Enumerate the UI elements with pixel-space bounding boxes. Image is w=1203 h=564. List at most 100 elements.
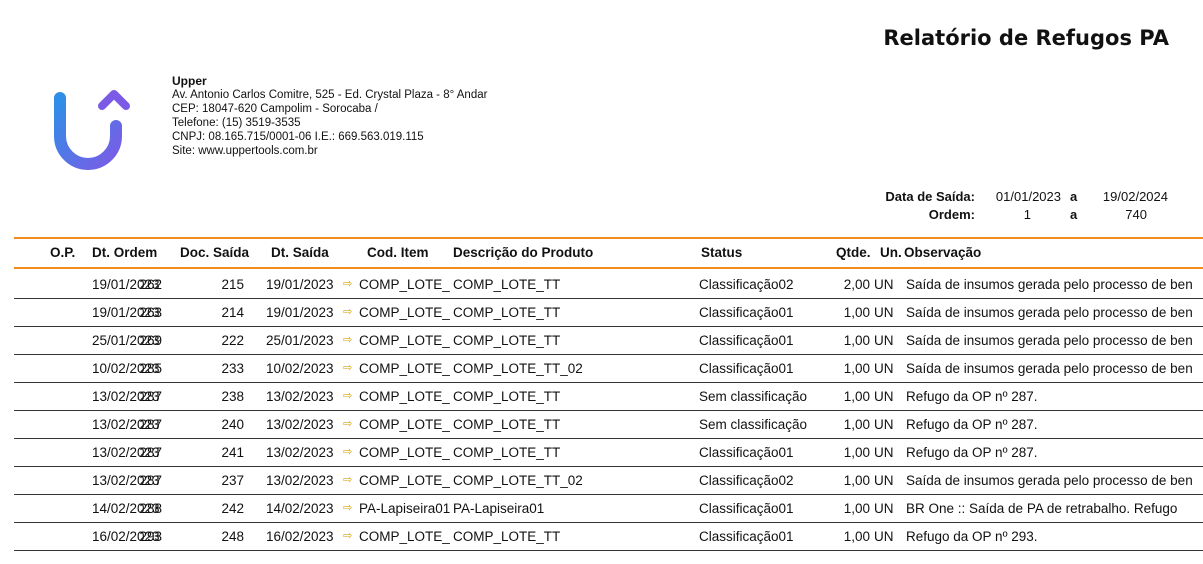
cell-cod-item: COMP_LOTE_TT bbox=[359, 277, 450, 292]
cell-status: Classificação02 bbox=[699, 277, 794, 292]
table-row: 28510/02/202323310/02/2023COMP_LOTE_TTCO… bbox=[0, 355, 1203, 383]
cell-status: Classificação01 bbox=[699, 333, 794, 348]
cell-doc-saida: 242 bbox=[221, 501, 244, 516]
cell-cod-item: COMP_LOTE_TT bbox=[359, 333, 450, 348]
cell-qtde: 1,00 bbox=[843, 389, 870, 404]
company-phone: Telefone: (15) 3519-3535 bbox=[172, 117, 301, 129]
cell-dt-saida: 13/02/2023 bbox=[266, 473, 334, 488]
cell-status: Classificação01 bbox=[699, 529, 794, 544]
cell-un: UN bbox=[874, 445, 894, 460]
company-name: Upper bbox=[172, 74, 207, 88]
cell-dt-ordem: 25/01/2023 bbox=[92, 333, 160, 348]
report-filters: Data de Saída: 01/01/2023 a 19/02/2024 O… bbox=[0, 189, 1203, 225]
table-row: 28713/02/202324113/02/2023COMP_LOTE_TTCO… bbox=[0, 439, 1203, 467]
cell-dt-saida: 16/02/2023 bbox=[266, 529, 334, 544]
col-doc-saida: Doc. Saída bbox=[180, 245, 250, 260]
cell-dt-saida: 19/01/2023 bbox=[266, 305, 334, 320]
cell-dt-ordem: 19/01/2023 bbox=[92, 305, 160, 320]
cell-observacao: Saída de insumos gerada pelo processo de… bbox=[906, 333, 1192, 348]
cell-descricao: COMP_LOTE_TT bbox=[453, 277, 561, 292]
cell-cod-item: COMP_LOTE_TT bbox=[359, 305, 450, 320]
cell-doc-saida: 233 bbox=[221, 361, 244, 376]
cell-dt-saida: 19/01/2023 bbox=[266, 277, 334, 292]
cell-qtde: 1,00 bbox=[843, 361, 870, 376]
cell-doc-saida: 241 bbox=[221, 445, 244, 460]
date-from: 01/01/2023 bbox=[995, 189, 1061, 204]
cell-observacao: Refugo da OP nº 287. bbox=[906, 389, 1038, 404]
cell-doc-saida: 240 bbox=[221, 417, 244, 432]
cell-qtde: 1,00 bbox=[843, 305, 870, 320]
cell-qtde: 1,00 bbox=[843, 501, 870, 516]
col-status: Status bbox=[701, 245, 743, 260]
cell-status: Classificação01 bbox=[699, 501, 794, 516]
table-row: 29316/02/202324816/02/2023COMP_LOTE_TTCO… bbox=[0, 523, 1203, 551]
cell-doc-saida: 248 bbox=[221, 529, 244, 544]
cell-status: Classificação02 bbox=[699, 473, 794, 488]
cell-un: UN bbox=[874, 389, 894, 404]
cell-observacao: Refugo da OP nº 287. bbox=[906, 445, 1038, 460]
cell-un: UN bbox=[874, 333, 894, 348]
table-row: 26219/01/202321519/01/2023COMP_LOTE_TTCO… bbox=[0, 271, 1203, 299]
cell-status: Sem classificação bbox=[699, 389, 808, 404]
col-un: Un. bbox=[880, 245, 902, 260]
cell-descricao: COMP_LOTE_TT_02 bbox=[453, 361, 583, 376]
date-to: 19/02/2024 bbox=[1102, 189, 1168, 204]
arrow-right-icon: ⇨ bbox=[343, 362, 353, 374]
arrow-right-icon: ⇨ bbox=[343, 278, 353, 290]
cell-un: UN bbox=[874, 277, 894, 292]
cell-cod-item: PA-Lapiseira01 bbox=[359, 501, 450, 516]
cell-dt-ordem: 13/02/2023 bbox=[92, 473, 160, 488]
cell-descricao: COMP_LOTE_TT bbox=[453, 333, 561, 348]
col-dt-saida: Dt. Saída bbox=[271, 245, 329, 260]
cell-qtde: 1,00 bbox=[843, 445, 870, 460]
cell-qtde: 1,00 bbox=[843, 333, 870, 348]
col-dt-ordem: Dt. Ordem bbox=[92, 245, 158, 260]
cell-cod-item: COMP_LOTE_TT bbox=[359, 445, 450, 460]
table-row: 28713/02/202323813/02/2023COMP_LOTE_TTCO… bbox=[0, 383, 1203, 411]
cell-un: UN bbox=[874, 361, 894, 376]
cell-observacao: BR One :: Saída de PA de retrabalho. Ref… bbox=[906, 501, 1178, 516]
table-row: 26925/01/202322225/01/2023COMP_LOTE_TTCO… bbox=[0, 327, 1203, 355]
cell-observacao: Saída de insumos gerada pelo processo de… bbox=[906, 473, 1192, 488]
cell-dt-ordem: 14/02/2023 bbox=[92, 501, 160, 516]
cell-qtde: 1,00 bbox=[843, 529, 870, 544]
arrow-right-icon: ⇨ bbox=[343, 418, 353, 430]
cell-qtde: 1,00 bbox=[843, 417, 870, 432]
cell-descricao: COMP_LOTE_TT bbox=[453, 305, 561, 320]
cell-doc-saida: 237 bbox=[221, 473, 244, 488]
arrow-right-icon: ⇨ bbox=[343, 502, 353, 514]
cell-descricao: COMP_LOTE_TT bbox=[453, 445, 561, 460]
cell-cod-item: COMP_LOTE_TT bbox=[359, 473, 450, 488]
arrow-right-icon: ⇨ bbox=[343, 334, 353, 346]
cell-descricao: COMP_LOTE_TT bbox=[453, 529, 561, 544]
cell-observacao: Refugo da OP nº 287. bbox=[906, 417, 1038, 432]
cell-dt-saida: 10/02/2023 bbox=[266, 361, 334, 376]
order-to: 740 bbox=[1125, 207, 1147, 222]
cell-un: UN bbox=[874, 473, 894, 488]
order-from: 1 bbox=[1023, 207, 1031, 222]
cell-cod-item: COMP_LOTE_TT bbox=[359, 417, 450, 432]
cell-observacao: Saída de insumos gerada pelo processo de… bbox=[906, 305, 1192, 320]
cell-dt-ordem: 10/02/2023 bbox=[92, 361, 160, 376]
table-row: 26319/01/202321419/01/2023COMP_LOTE_TTCO… bbox=[0, 299, 1203, 327]
arrow-right-icon: ⇨ bbox=[343, 306, 353, 318]
cell-status: Sem classificação bbox=[699, 417, 808, 432]
cell-descricao: COMP_LOTE_TT_02 bbox=[453, 473, 583, 488]
cell-un: UN bbox=[874, 501, 894, 516]
arrow-right-icon: ⇨ bbox=[343, 446, 353, 458]
cell-doc-saida: 222 bbox=[221, 333, 244, 348]
company-cnpj: CNPJ: 08.165.715/0001-06 I.E.: 669.563.0… bbox=[172, 131, 424, 143]
row-divider bbox=[14, 550, 1203, 551]
company-cep: CEP: 18047-620 Campolim - Sorocaba / bbox=[172, 103, 378, 115]
cell-observacao: Saída de insumos gerada pelo processo de… bbox=[906, 361, 1192, 376]
table-row: 28713/02/202323713/02/2023COMP_LOTE_TTCO… bbox=[0, 467, 1203, 495]
cell-dt-saida: 14/02/2023 bbox=[266, 501, 334, 516]
cell-status: Classificação01 bbox=[699, 361, 794, 376]
cell-dt-ordem: 13/02/2023 bbox=[92, 445, 160, 460]
company-info: Upper Av. Antonio Carlos Comitre, 525 - … bbox=[172, 74, 487, 158]
cell-dt-ordem: 13/02/2023 bbox=[92, 417, 160, 432]
cell-dt-saida: 13/02/2023 bbox=[266, 417, 334, 432]
col-cod-item: Cod. Item bbox=[367, 245, 429, 260]
report-title: Relatório de Refugos PA bbox=[883, 26, 1169, 50]
cell-dt-ordem: 16/02/2023 bbox=[92, 529, 160, 544]
